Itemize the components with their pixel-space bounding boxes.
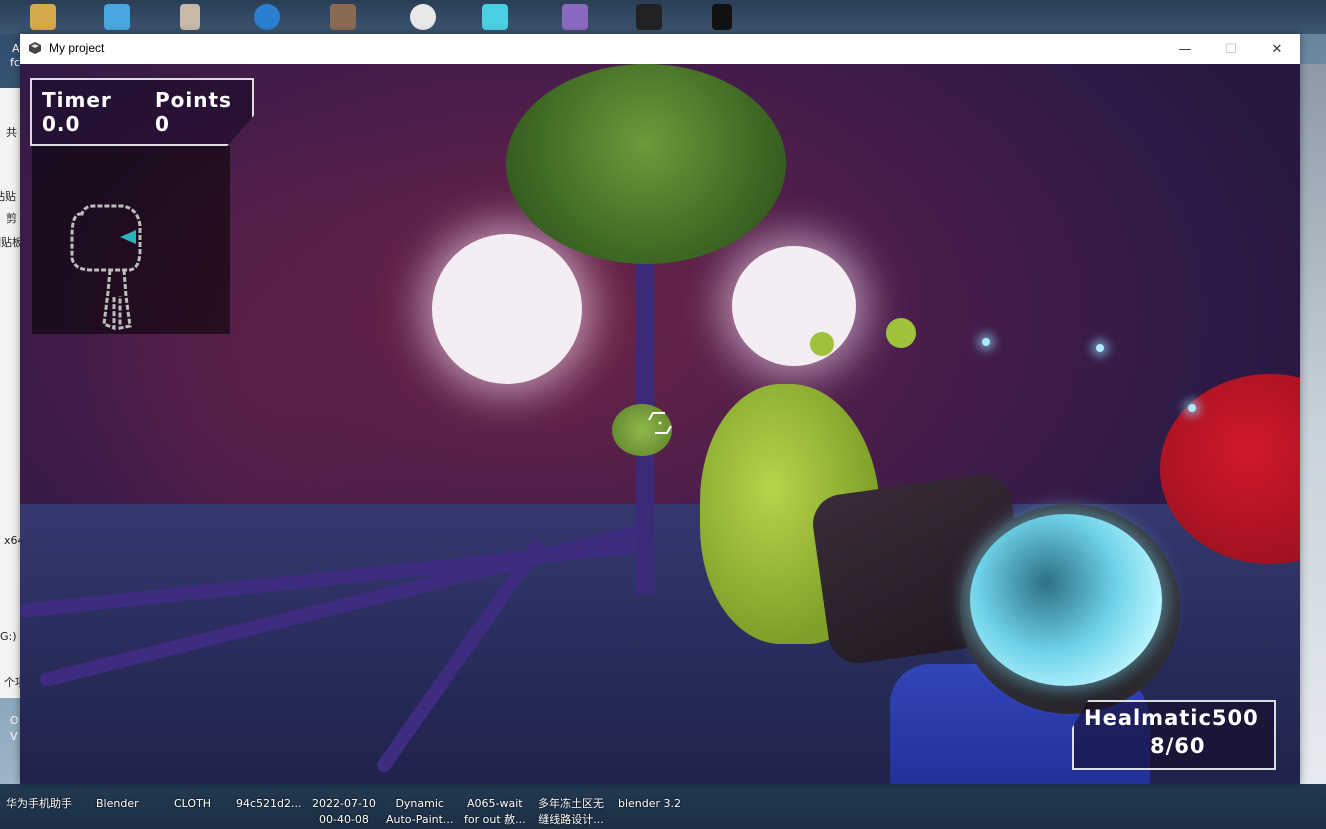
desktop-app-icon[interactable]	[562, 4, 588, 30]
sparkle	[982, 338, 990, 346]
close-button[interactable]: ✕	[1254, 34, 1300, 64]
desktop-shortcut-label[interactable]: A065-wait for out 赦...	[464, 796, 526, 828]
desktop-app-icon[interactable]	[410, 4, 436, 30]
desktop-app-icon[interactable]	[330, 4, 356, 30]
maximize-button[interactable]: ☐	[1208, 34, 1254, 64]
fragment-text: fc	[10, 56, 20, 69]
desktop-shortcut-label[interactable]: 多年冻土区无 缝线路设计...	[538, 796, 604, 828]
game-viewport[interactable]: Timer 0.0 Points 0 Healmatic500 8/60	[20, 64, 1300, 784]
healing-gun-glow	[970, 514, 1162, 686]
slug-eye-stalk	[810, 332, 834, 356]
player-marker-icon	[120, 230, 136, 244]
desktop-app-icon[interactable]	[482, 4, 508, 30]
crosshair-icon	[648, 412, 672, 434]
desktop-shortcut-label[interactable]: Dynamic Auto-Paint...	[386, 796, 453, 828]
sparkle	[1096, 344, 1104, 352]
ammo-count: 8/60	[1150, 734, 1206, 758]
fragment-text: V	[10, 730, 18, 743]
desktop-app-icon[interactable]	[180, 4, 200, 30]
glowing-orb-right	[732, 246, 856, 366]
desktop-shortcut-label[interactable]: Blender	[96, 796, 139, 812]
fragment-text: 剪	[6, 212, 17, 225]
desktop-shortcut-label[interactable]: 华为手机助手	[6, 796, 72, 812]
sparkle	[1188, 404, 1196, 412]
fragment-text: 共	[6, 126, 17, 139]
desktop-unity-icon[interactable]	[636, 4, 662, 30]
desktop-wallpaper-edge	[1300, 64, 1326, 784]
desktop-shortcut-label[interactable]: 2022-07-10 00-40-08	[312, 796, 376, 828]
desktop-app-icon[interactable]	[712, 4, 732, 30]
desktop-top-icons	[0, 0, 1326, 34]
fragment-text: 粘贴	[0, 190, 16, 203]
points-label: Points	[155, 88, 232, 112]
desktop-shortcut-label[interactable]: CLOTH	[174, 796, 211, 812]
fragment-text: A	[12, 42, 20, 55]
window-title: My project	[49, 41, 105, 55]
fragment-text: G:)	[0, 630, 17, 643]
timer-value: 0.0	[42, 112, 81, 136]
title-bar[interactable]: My project — ☐ ✕	[20, 34, 1300, 64]
desktop-shortcut-label[interactable]: blender 3.2	[618, 796, 681, 812]
weapon-name: Healmatic500	[1084, 706, 1259, 730]
timer-label: Timer	[42, 88, 112, 112]
glowing-orb-left	[432, 234, 582, 384]
points-value: 0	[155, 112, 170, 136]
unity-cube-icon	[29, 42, 41, 54]
explorer-window-fragment: A fc 共 粘贴 剪 制贴板 x64 G:) 个项 O V	[0, 42, 26, 743]
game-window: My project — ☐ ✕ Timer 0.0 Points 0 Heal…	[20, 34, 1300, 784]
minimap	[32, 146, 230, 334]
spiky-virus-enemy	[506, 64, 786, 264]
fragment-text: O	[10, 714, 19, 727]
slug-eye-stalk	[886, 318, 916, 348]
minimize-button[interactable]: —	[1162, 34, 1208, 64]
desktop-shortcut-label[interactable]: 94c521d2...	[236, 796, 302, 812]
desktop-app-icon[interactable]	[30, 4, 56, 30]
desktop-ie-icon[interactable]	[254, 4, 280, 30]
desktop-app-icon[interactable]	[104, 4, 130, 30]
